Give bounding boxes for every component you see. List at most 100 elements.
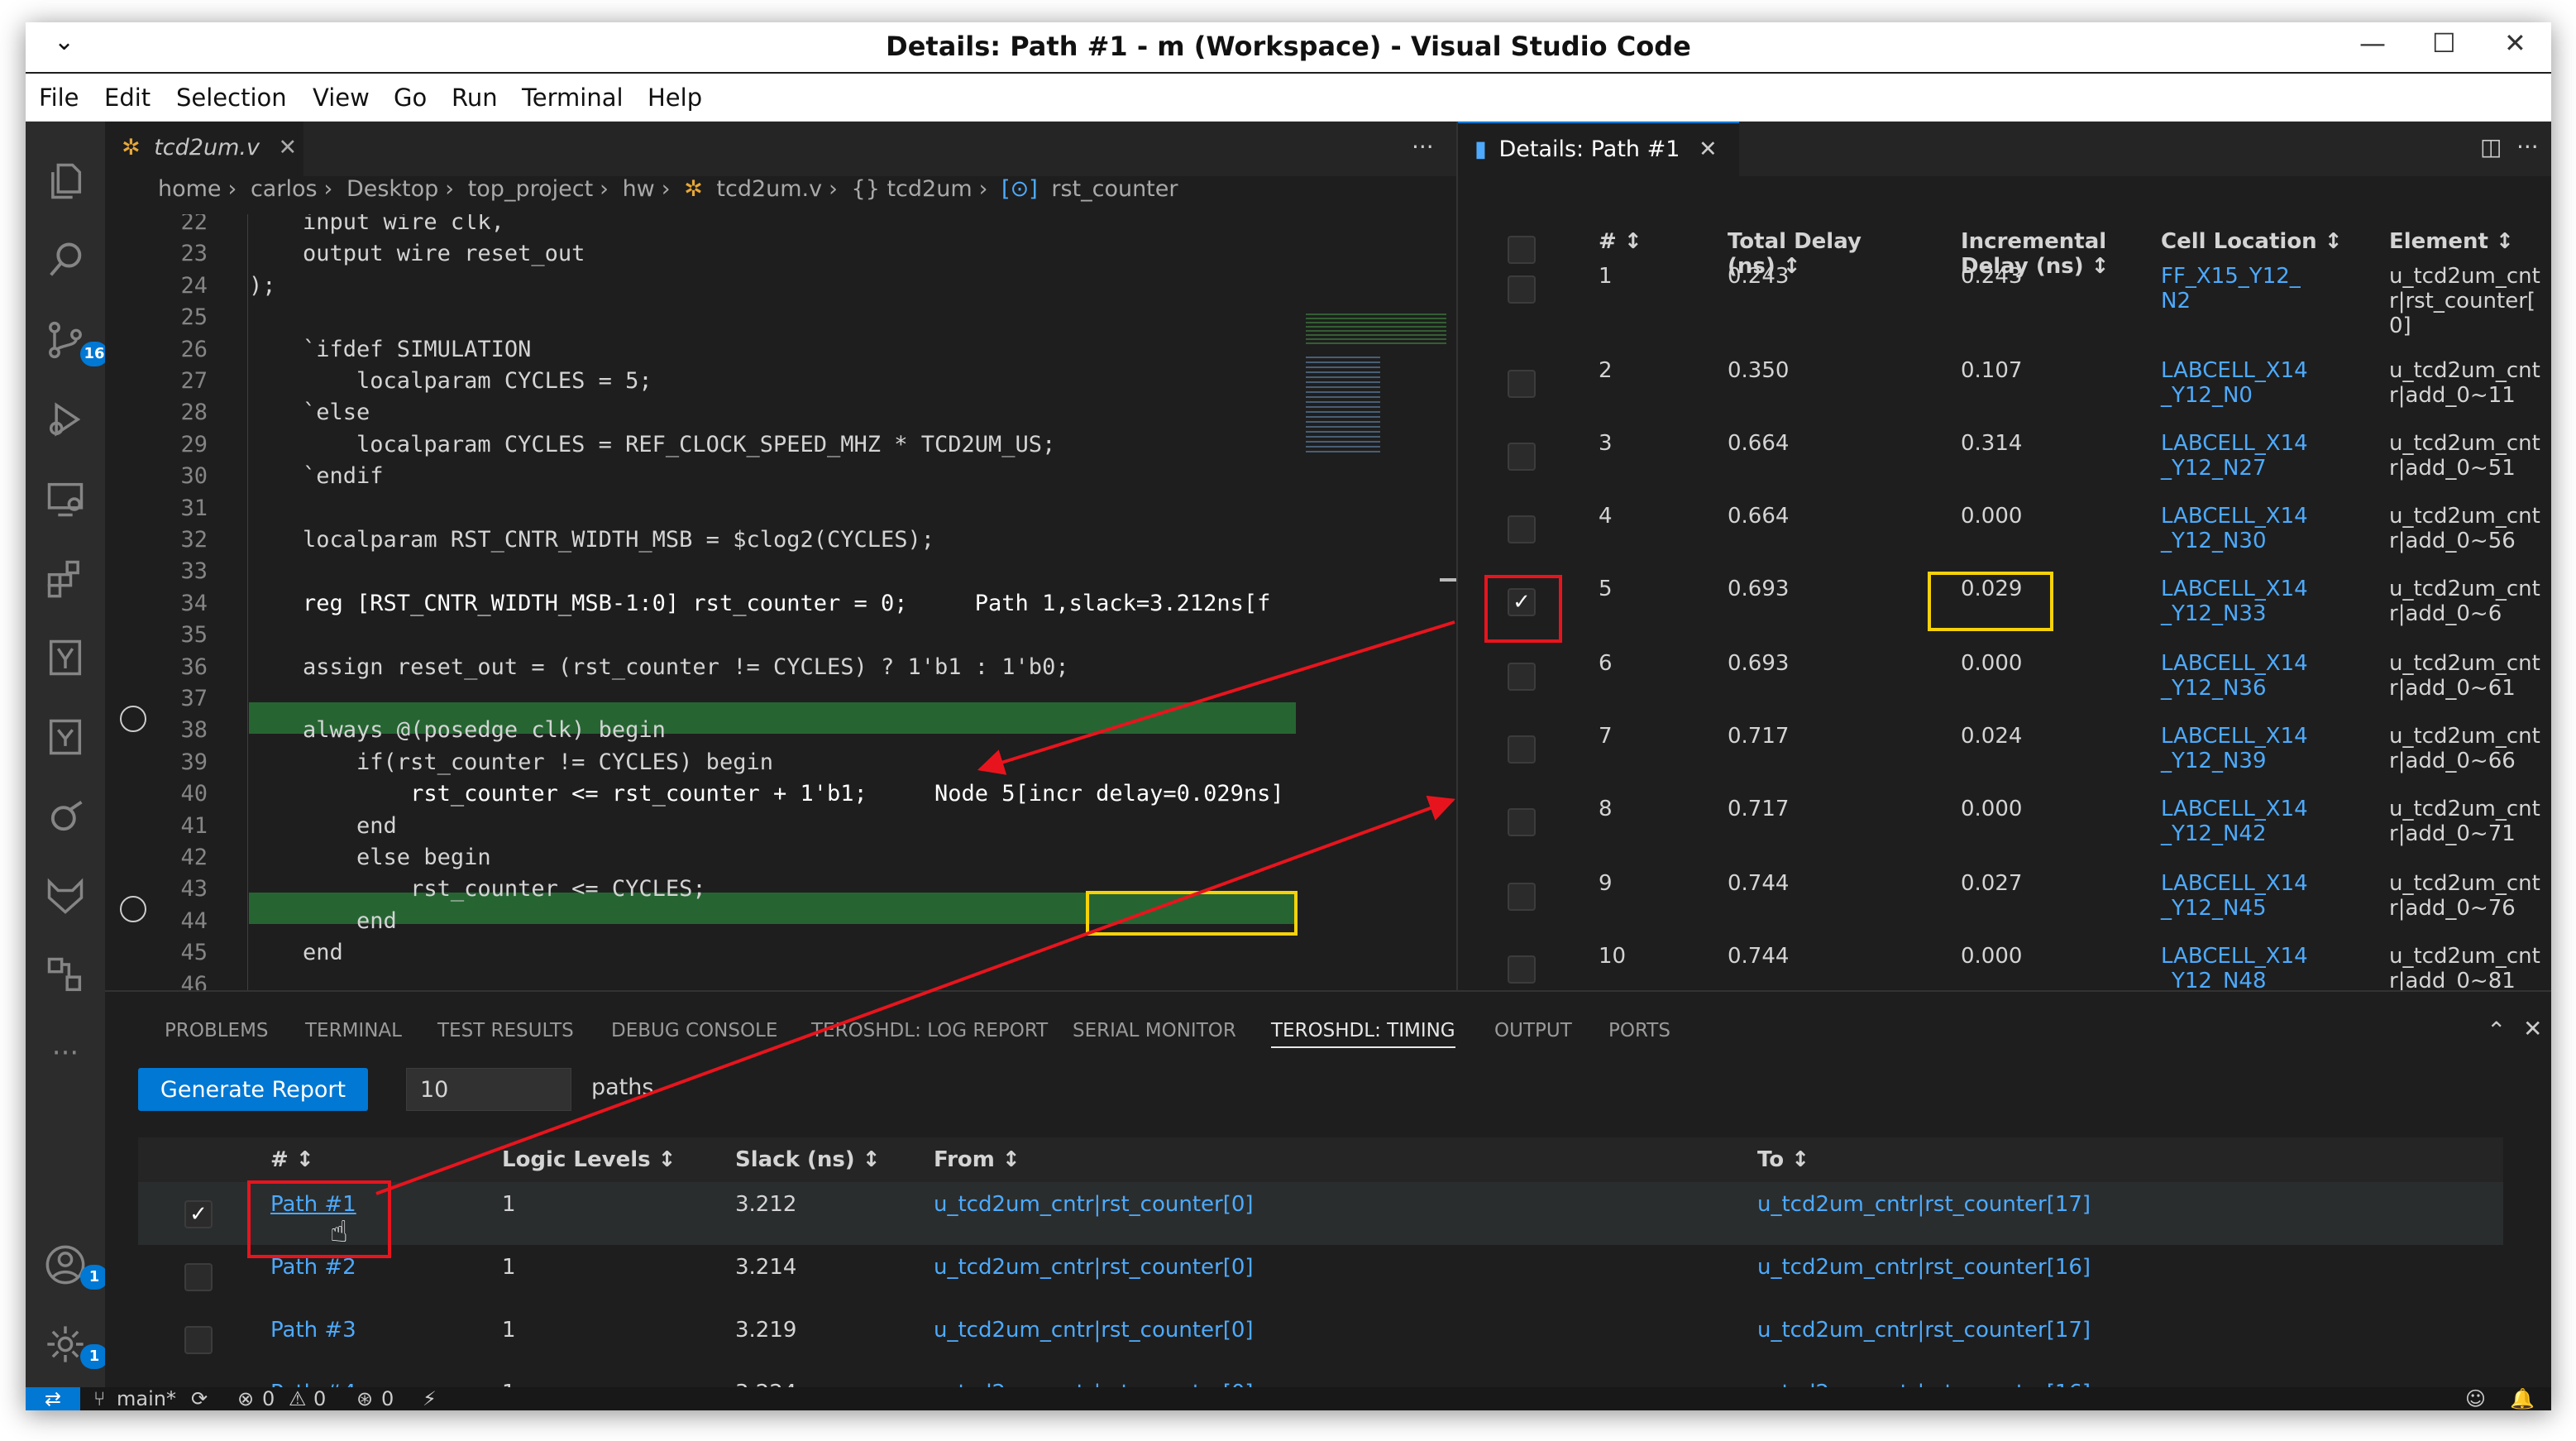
menu-run[interactable]: Run — [452, 84, 498, 112]
panel-tab[interactable]: TEROSHDL: TIMING — [1271, 1020, 1455, 1048]
row-checkbox[interactable] — [1508, 883, 1536, 911]
generate-report-button[interactable]: Generate Report — [138, 1068, 368, 1111]
row-checkbox[interactable] — [1508, 443, 1536, 471]
paths-count-input[interactable] — [406, 1068, 571, 1111]
breadcrumb-file[interactable]: tcd2um.v — [716, 176, 822, 202]
code-line[interactable]: else begin — [249, 845, 491, 870]
hierarchy-icon[interactable] — [44, 716, 87, 759]
timing-row[interactable] — [138, 1182, 2503, 1245]
tab-details-path-1[interactable]: ▮ Details: Path #1 ✕ — [1458, 122, 1739, 176]
timing-cell-to[interactable]: u_tcd2um_cntr|rst_counter[17] — [1757, 1318, 2091, 1343]
teroshdl-icon[interactable] — [44, 636, 87, 679]
menu-view[interactable]: View — [313, 84, 370, 112]
timing-cell-to[interactable]: u_tcd2um_cntr|rst_counter[17] — [1757, 1192, 2091, 1217]
breadcrumb-symbol[interactable]: rst_counter — [1051, 176, 1178, 202]
breadcrumb-desktop[interactable]: Desktop — [346, 176, 438, 202]
warnings-icon[interactable]: ⚠ — [289, 1387, 307, 1410]
panel-tab[interactable]: OUTPUT — [1494, 1020, 1572, 1041]
breadcrumb-home[interactable]: home — [158, 176, 222, 202]
timing-row[interactable] — [138, 1308, 2503, 1371]
tab-close-icon[interactable]: ✕ — [279, 135, 298, 160]
code-line[interactable]: reg [RST_CNTR_WIDTH_MSB-1:0] rst_counter… — [249, 591, 1270, 616]
timing-column-header[interactable]: To ↕ — [1757, 1147, 1809, 1172]
scrollbar-marker[interactable] — [1440, 578, 1456, 582]
row-checkbox[interactable] — [1508, 663, 1536, 691]
details-cell-cell[interactable]: LABCELL_X14 _Y12_N48 — [2161, 944, 2308, 993]
close-icon[interactable]: ✕ — [2504, 27, 2526, 59]
row-checkbox[interactable] — [1508, 955, 1536, 984]
row-checkbox[interactable] — [1508, 735, 1536, 764]
breadcrumb-top-project[interactable]: top_project — [468, 176, 593, 202]
select-all-checkbox[interactable] — [1508, 236, 1536, 264]
breadcrumb-hw[interactable]: hw — [623, 176, 655, 202]
code-line[interactable]: `else — [249, 400, 370, 425]
run-debug-icon[interactable] — [44, 398, 87, 441]
timing-cell-path[interactable]: Path #3 — [270, 1318, 356, 1343]
code-line[interactable]: always @(posedge clk) begin — [249, 717, 666, 743]
source-control-icon[interactable]: 16 — [44, 318, 108, 366]
details-cell-cell[interactable]: FF_X15_Y12_ N2 — [2161, 264, 2301, 314]
editor-more-icon[interactable]: ··· — [1412, 133, 1434, 160]
explorer-icon[interactable] — [44, 160, 87, 203]
panel-tab[interactable]: TERMINAL — [305, 1020, 402, 1041]
fox-icon[interactable] — [44, 874, 87, 917]
tab-tcd2um[interactable]: ✲ tcd2um.v ✕ — [105, 122, 303, 176]
branch-icon[interactable]: ⑂ — [93, 1387, 105, 1410]
code-line[interactable]: `ifdef SIMULATION — [249, 337, 531, 362]
timing-column-header[interactable]: # ↕ — [270, 1147, 314, 1172]
ports-icon[interactable]: ⊛ — [356, 1387, 373, 1410]
details-cell-cell[interactable]: LABCELL_X14 _Y12_N36 — [2161, 651, 2308, 701]
code-line[interactable]: input wire clk, — [249, 214, 504, 235]
code-line[interactable]: end — [249, 940, 343, 965]
code-line[interactable]: localparam CYCLES = REF_CLOCK_SPEED_MHZ … — [249, 432, 1055, 457]
copilot-icon[interactable]: ☺ — [2465, 1387, 2486, 1410]
clear-icon[interactable]: ⚡ — [423, 1387, 437, 1410]
remote-indicator-icon[interactable]: ⇄ — [26, 1387, 80, 1410]
timing-row[interactable] — [138, 1245, 2503, 1308]
search-icon[interactable] — [44, 239, 87, 282]
details-cell-cell[interactable]: LABCELL_X14 _Y12_N45 — [2161, 871, 2308, 921]
breadcrumb-module[interactable]: {} tcd2um — [852, 176, 973, 202]
timing-cell-from[interactable]: u_tcd2um_cntr|rst_counter[0] — [934, 1255, 1254, 1280]
timing-cell-path[interactable]: Path #2 — [270, 1255, 356, 1280]
details-cell-cell[interactable]: LABCELL_X14 _Y12_N39 — [2161, 724, 2308, 773]
row-checkbox[interactable] — [184, 1326, 213, 1354]
details-cell-cell[interactable]: LABCELL_X14 _Y12_N33 — [2161, 577, 2308, 626]
more-actions-icon[interactable]: ··· — [2516, 133, 2539, 160]
close-panel-icon[interactable]: ✕ — [2523, 1015, 2542, 1042]
panel-tab[interactable]: DEBUG CONSOLE — [611, 1020, 777, 1041]
timing-cell-to[interactable]: u_tcd2um_cntr|rst_counter[16] — [1757, 1255, 2091, 1280]
sync-icon[interactable]: ⟳ — [191, 1387, 208, 1410]
code-line[interactable]: rst_counter <= CYCLES; — [249, 876, 706, 902]
notifications-icon[interactable]: 🔔 — [2510, 1387, 2535, 1410]
panel-tab[interactable]: TEST RESULTS — [437, 1020, 574, 1041]
details-cell-cell[interactable]: LABCELL_X14 _Y12_N42 — [2161, 797, 2308, 846]
row-checkbox[interactable] — [1508, 275, 1536, 304]
menu-selection[interactable]: Selection — [176, 84, 287, 112]
menu-edit[interactable]: Edit — [104, 84, 151, 112]
code-line[interactable]: output wire reset_out — [249, 241, 585, 266]
code-line[interactable]: `endif — [249, 463, 384, 489]
panel-tab[interactable]: TEROSHDL: LOG REPORT — [811, 1020, 1048, 1041]
menu-terminal[interactable]: Terminal — [522, 84, 624, 112]
code-line[interactable]: end — [249, 813, 397, 839]
minimize-icon[interactable]: — — [2359, 27, 2386, 59]
maximize-icon[interactable]: ☐ — [2432, 27, 2456, 59]
code-line[interactable]: assign reset_out = (rst_counter != CYCLE… — [249, 654, 1069, 680]
maximize-panel-icon[interactable]: ⌃ — [2487, 1017, 2506, 1044]
code-line[interactable]: localparam RST_CNTR_WIDTH_MSB = $clog2(C… — [249, 527, 934, 553]
remote-explorer-icon[interactable] — [44, 477, 87, 520]
row-checkbox[interactable] — [1508, 515, 1536, 543]
code-line[interactable]: if(rst_counter != CYCLES) begin — [249, 749, 773, 775]
more-icon[interactable]: ··· — [44, 1036, 87, 1080]
code-area[interactable]: 22 input wire clk, 23 output wire reset_o… — [105, 214, 1456, 1015]
row-checkbox[interactable]: ✓ — [184, 1200, 213, 1228]
menu-file[interactable]: File — [39, 84, 79, 112]
details-cell-cell[interactable]: LABCELL_X14 _Y12_N0 — [2161, 358, 2308, 408]
row-checkbox[interactable] — [1508, 808, 1536, 836]
account-icon[interactable]: 1 — [44, 1243, 108, 1290]
details-column-header[interactable]: Element ↕ — [2389, 229, 2514, 254]
timing-column-header[interactable]: From ↕ — [934, 1147, 1020, 1172]
timing-cell-from[interactable]: u_tcd2um_cntr|rst_counter[0] — [934, 1192, 1254, 1217]
panel-tab[interactable]: PORTS — [1608, 1020, 1670, 1041]
